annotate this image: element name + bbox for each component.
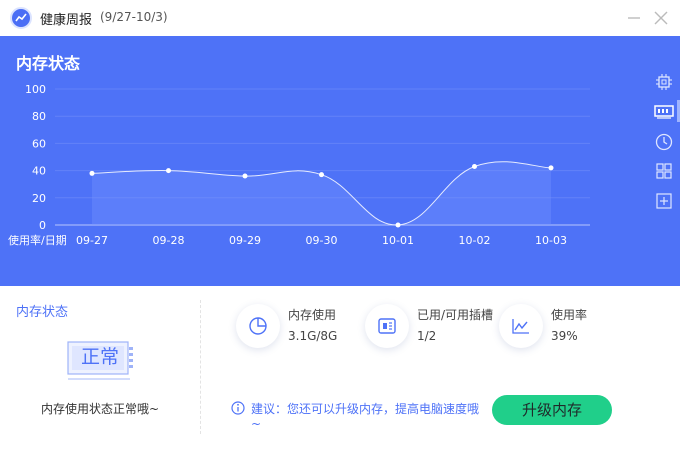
x-tick-label: 09-29: [229, 234, 261, 247]
data-point: [395, 222, 401, 228]
tip-text: 建议：您还可以升级内存，提高电脑速度哦~: [251, 402, 480, 431]
memory-usage-chart: 0 20 40 60 80 100 09-27 09-28 09-29 09-30 10-01 10-…: [8, 83, 590, 247]
data-point: [242, 173, 248, 179]
plus-box-icon[interactable]: [654, 191, 674, 211]
x-tick-label: 09-27: [76, 234, 108, 247]
window-title: 健康周报: [40, 13, 93, 28]
x-tick-label: 09-30: [306, 234, 338, 247]
memory-chart-panel: 0 20 40 60 80 100 09-27 09-28 09-29 09-30 10-01 10-…: [0, 36, 680, 286]
clock-icon[interactable]: [654, 132, 674, 152]
data-point: [548, 165, 554, 171]
status-badge: 正常: [66, 339, 134, 385]
x-axis-title: 使用率/日期: [8, 233, 67, 247]
memory-slot-icon: [365, 304, 409, 348]
minimize-button[interactable]: [624, 8, 644, 28]
trend-icon: [499, 304, 543, 348]
summary-section: 内存状态 正常 内存使用状态正常哦~ 内存使用 3.1G/8G 已用/可用插槽 …: [0, 286, 680, 450]
grid-icon[interactable]: [654, 161, 674, 181]
status-title: 内存状态: [16, 305, 69, 320]
stat-label: 已用/可用插槽: [417, 308, 494, 322]
stat-label: 内存使用: [288, 308, 337, 322]
stat-value: 39%: [551, 329, 578, 343]
stat-value: 3.1G/8G: [288, 329, 338, 343]
x-tick-label: 09-28: [153, 234, 185, 247]
data-point: [166, 168, 171, 174]
upgrade-memory-button[interactable]: 升级内存: [492, 395, 612, 425]
x-tick-label: 10-02: [459, 234, 491, 247]
close-icon: [654, 11, 668, 25]
stat-label: 使用率: [551, 308, 588, 322]
info-icon: [231, 401, 245, 415]
date-range: (9/27-10/3): [100, 10, 168, 24]
panel-title: 内存状态: [16, 54, 81, 73]
data-point: [472, 164, 477, 170]
series-area: [92, 161, 551, 226]
cpu-icon[interactable]: [654, 72, 674, 92]
data-point: [319, 172, 324, 178]
y-tick-label: 80: [32, 110, 46, 123]
title-bar: 健康周报 (9/27-10/3): [0, 0, 680, 36]
memory-icon[interactable]: [654, 101, 674, 121]
minimize-icon: [628, 17, 640, 19]
x-tick-label: 10-01: [382, 234, 414, 247]
pie-icon: [236, 304, 280, 348]
divider: [200, 300, 201, 434]
close-button[interactable]: [651, 8, 671, 28]
data-point: [89, 170, 95, 176]
y-tick-label: 40: [32, 165, 46, 178]
status-message: 内存使用状态正常哦~: [40, 402, 160, 416]
stat-value: 1/2: [417, 329, 437, 343]
x-tick-label: 10-03: [535, 234, 567, 247]
status-badge-text: 正常: [80, 346, 119, 368]
y-tick-label: 20: [32, 192, 46, 205]
y-tick-label: 0: [39, 219, 46, 232]
y-tick-label: 100: [25, 83, 46, 96]
y-tick-label: 60: [32, 137, 46, 150]
app-logo-icon: [10, 7, 32, 29]
